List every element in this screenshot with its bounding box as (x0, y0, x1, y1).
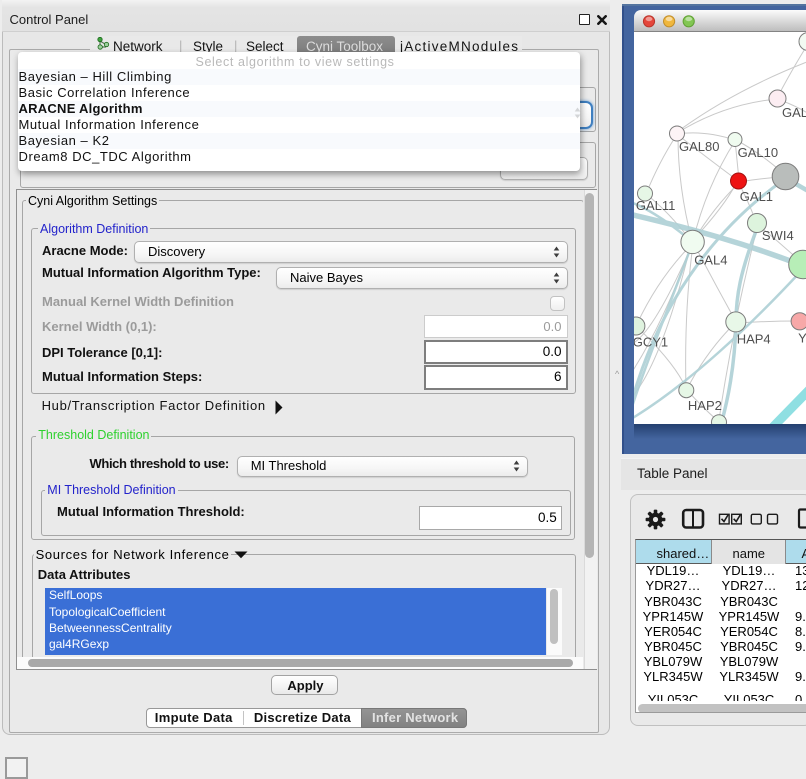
svg-text:Y: Y (798, 330, 806, 345)
svg-text:HAP2: HAP2 (688, 398, 722, 413)
svg-text:GAL4: GAL4 (694, 252, 727, 267)
svg-text:GAL10: GAL10 (738, 145, 778, 160)
svg-text:GAL1: GAL1 (740, 189, 773, 204)
svg-text:SWI4: SWI4 (762, 228, 794, 243)
svg-text:GAL11: GAL11 (636, 198, 676, 213)
svg-text:GAL: GAL (782, 105, 806, 120)
svg-text:GCY1: GCY1 (634, 334, 668, 349)
svg-text:HAP4: HAP4 (737, 331, 771, 346)
svg-text:GAL80: GAL80 (679, 139, 719, 154)
